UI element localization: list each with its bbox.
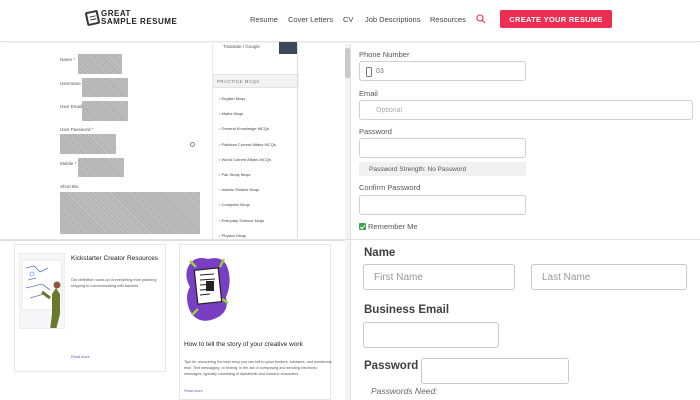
short-bio-field[interactable]	[60, 192, 200, 234]
logo-text: GREAT SAMPLE RESUME	[101, 10, 177, 26]
sidebar-item-label: Pak Study Mcqs	[221, 171, 251, 177]
short-bio-label: Short Bio	[60, 184, 79, 189]
sidebar-item[interactable]: › Maths Mcqs	[219, 111, 276, 126]
mobile-label: Mobile *	[60, 161, 76, 166]
remember-me-checkbox[interactable]	[359, 223, 366, 230]
sidebar-item-label: Computer Mcqs	[221, 202, 250, 208]
user-password-field[interactable]	[60, 134, 116, 154]
read-more-link[interactable]: Read more	[71, 355, 90, 359]
username-field[interactable]	[82, 78, 128, 97]
name-field[interactable]	[78, 54, 122, 74]
sidebar-item-label: Maths Mcqs	[221, 111, 244, 117]
sidebar-item-label: Islamic Studies Mcqs	[221, 187, 260, 193]
email-label: Email	[359, 89, 378, 98]
required-mark: *	[73, 57, 76, 62]
nav-job-descriptions[interactable]: Job Descriptions	[365, 15, 420, 24]
sidebar-item-label: Physics Mcqs	[221, 232, 246, 238]
site-header: GREAT SAMPLE RESUME Resume Cover Letters…	[0, 0, 700, 42]
sidebar-item-label: Pakistan Current Affairs MCQs	[221, 141, 276, 147]
confirm-password-label: Confirm Password	[359, 183, 421, 192]
short-bio-label-text: Short Bio	[60, 184, 79, 189]
practice-sidebar: Translate / Google PRACTICE MCQS › Engli…	[212, 42, 299, 240]
translate-label: Translate / Google	[223, 44, 260, 49]
nav-resources[interactable]: Resources	[430, 15, 466, 24]
business-email-field[interactable]	[363, 322, 499, 348]
sidebar-item[interactable]: › Computer Mcqs	[219, 202, 276, 217]
nav-cv[interactable]: CV	[343, 15, 353, 24]
sidebar-item[interactable]: › English Mcqs	[219, 96, 276, 111]
whiteboard-illustration	[20, 254, 64, 328]
sidebar-item[interactable]: › World Current Affairs MCQs	[219, 157, 276, 172]
card-description: Tips for uncovering the best story you c…	[184, 360, 332, 376]
signup-password-field[interactable]	[421, 358, 569, 384]
column-divider	[350, 44, 351, 400]
confirm-password-field[interactable]	[359, 195, 526, 215]
logo-line-2: SAMPLE RESUME	[101, 17, 178, 26]
nav-cover-letters[interactable]: Cover Letters	[288, 15, 333, 24]
name-label: Name *	[60, 57, 75, 62]
card-description: Our definitive round-up of everything fr…	[71, 278, 157, 288]
first-name-field[interactable]: First Name	[363, 264, 515, 290]
first-name-placeholder: First Name	[374, 271, 423, 283]
last-name-field[interactable]: Last Name	[531, 264, 687, 290]
sidebar-item[interactable]: › General Knowledge MCQs	[219, 126, 276, 141]
article-card[interactable]: How to tell the story of your creative w…	[179, 244, 332, 400]
story-illustration	[184, 253, 232, 331]
sidebar-item[interactable]: › Everyday Science Mcqs	[219, 218, 276, 233]
mobile-label-text: Mobile	[60, 161, 74, 166]
section-divider	[0, 239, 700, 240]
sidebar-item[interactable]: › Pak Study Mcqs	[219, 172, 276, 187]
profile-form-panel: Name * Username * User Email * User Pass…	[52, 44, 212, 240]
sidebar-heading: PRACTICE MCQS	[213, 74, 299, 88]
username-label: Username *	[60, 81, 84, 86]
sidebar-item-label: World Current Affairs MCQs	[221, 156, 271, 162]
email-field[interactable]: Optional	[359, 100, 693, 120]
sidebar-item[interactable]: › Islamic Studies Mcqs	[219, 187, 276, 202]
user-email-label-text: User Email	[60, 104, 83, 109]
whiteboard-image	[19, 253, 65, 329]
password-label: Password	[359, 127, 392, 136]
required-mark: *	[91, 127, 94, 132]
last-name-placeholder: Last Name	[542, 271, 591, 283]
password-requirements: Passwords Need:	[371, 386, 438, 396]
article-card[interactable]: Kickstarter Creator Resources Our defini…	[14, 244, 166, 372]
show-password-icon[interactable]	[190, 142, 195, 147]
sidebar-item-label: General Knowledge MCQs	[221, 126, 270, 132]
phone-value: 03	[376, 67, 384, 75]
mobile-field[interactable]	[78, 158, 124, 177]
sidebar-list: › English Mcqs › Maths Mcqs › General Kn…	[219, 96, 276, 248]
remember-me-label[interactable]: Remember Me	[368, 222, 418, 231]
signup-password-label: Password	[364, 360, 419, 372]
sidebar-item[interactable]: › Pakistan Current Affairs MCQs	[219, 142, 276, 157]
story-image	[184, 253, 232, 331]
read-more-link[interactable]: Read more	[184, 389, 203, 393]
name-label-text: Name	[60, 57, 73, 62]
card-title[interactable]: How to tell the story of your creative w…	[184, 341, 303, 348]
search-icon[interactable]	[476, 14, 486, 24]
user-email-field[interactable]	[82, 101, 128, 121]
phone-field[interactable]: 03	[359, 61, 526, 81]
phone-icon	[366, 67, 372, 77]
panel-divider	[297, 44, 298, 240]
site-logo[interactable]: GREAT SAMPLE RESUME	[84, 9, 177, 30]
business-email-label: Business Email	[364, 304, 450, 316]
translate-button[interactable]	[279, 42, 297, 54]
card-title[interactable]: Kickstarter Creator Resources	[71, 255, 158, 262]
sidebar-item-label: Everyday Science Mcqs	[221, 217, 265, 223]
required-mark: *	[74, 161, 77, 166]
create-resume-button[interactable]: CREATE YOUR RESUME	[500, 10, 612, 28]
username-label-text: Username	[60, 81, 81, 86]
phone-label: Phone Number	[359, 50, 410, 59]
password-field[interactable]	[359, 138, 526, 158]
logo-icon	[84, 9, 101, 27]
user-password-label-text: User Password	[60, 127, 91, 132]
password-strength: Password Strength: No Password	[359, 162, 526, 176]
sidebar-item-label: English Mcqs	[221, 96, 246, 101]
name-label: Name	[364, 247, 396, 259]
email-placeholder: Optional	[376, 106, 403, 114]
nav-resume[interactable]: Resume	[250, 15, 278, 24]
user-password-label: User Password *	[60, 127, 94, 132]
